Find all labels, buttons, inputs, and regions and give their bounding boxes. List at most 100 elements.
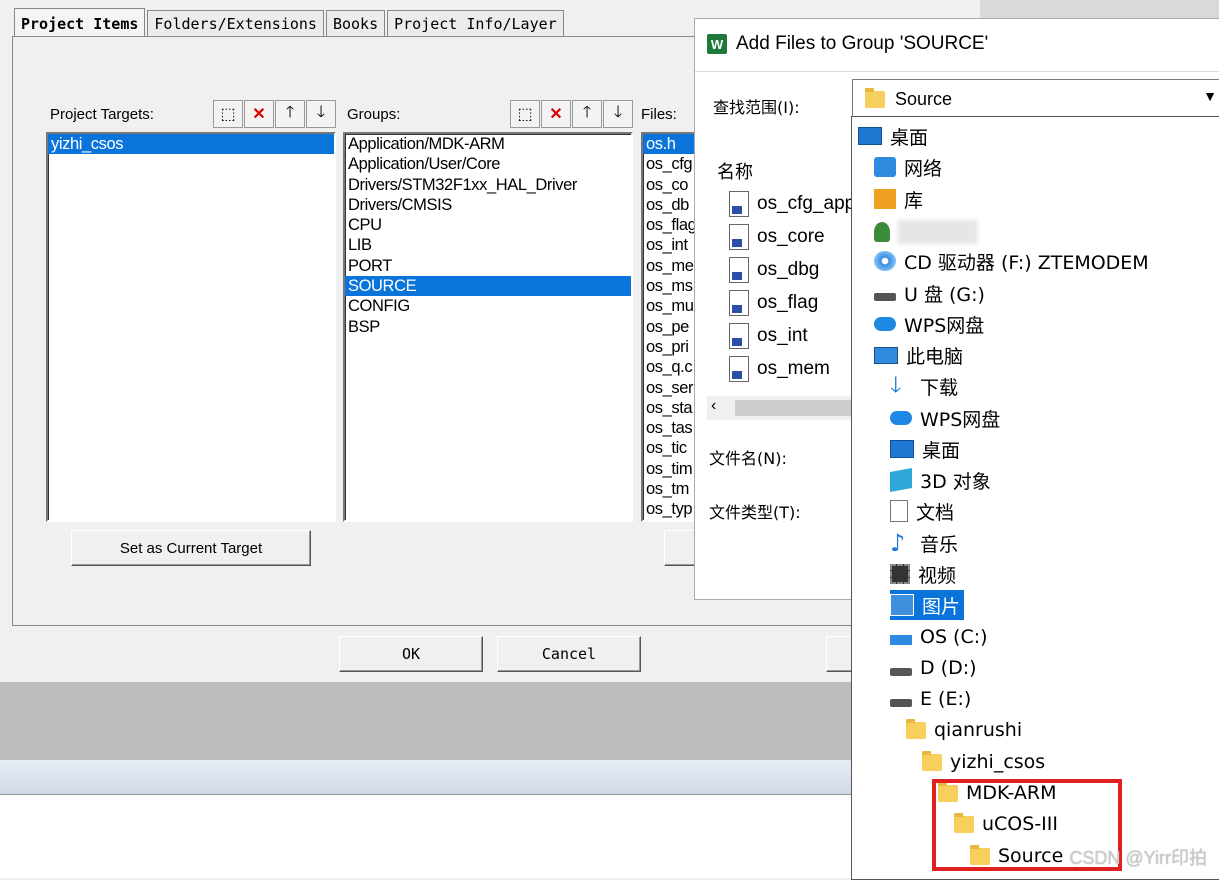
dropdown-item-videos[interactable]: 视频: [890, 559, 956, 589]
file-list-panel[interactable]: 名称 os_cfg_app os_core os_dbg os_flag os_…: [705, 144, 855, 422]
dropdown-item-this-pc[interactable]: 此电脑: [874, 340, 963, 370]
arrow-down-icon: 🡓: [316, 103, 326, 121]
arrow-down-icon: 🡓: [613, 103, 623, 121]
list-item[interactable]: CONFIG: [345, 296, 631, 316]
name-column-header[interactable]: 名称: [717, 158, 753, 184]
groups-list[interactable]: Application/MDK-ARM Application/User/Cor…: [343, 132, 633, 522]
dropdown-item-network[interactable]: 网络: [874, 152, 942, 182]
list-item[interactable]: Application/MDK-ARM: [345, 134, 631, 154]
targets-list[interactable]: yizhi_csos: [46, 132, 336, 522]
dropdown-item-music[interactable]: ♪ 音乐: [890, 528, 958, 558]
dropdown-item-desktop[interactable]: 桌面: [858, 121, 928, 151]
chevron-down-icon[interactable]: ▼: [1203, 88, 1217, 104]
list-item[interactable]: Drivers/STM32F1xx_HAL_Driver: [345, 175, 631, 195]
file-icon: [729, 224, 749, 250]
dropdown-item-e-drive[interactable]: E (E:): [890, 684, 971, 714]
dropdown-item-folder-yizhi-csos[interactable]: yizhi_csos: [922, 747, 1045, 777]
move-down-target-button[interactable]: 🡓: [306, 100, 336, 128]
delete-target-button[interactable]: ✕: [244, 100, 274, 128]
list-item[interactable]: Drivers/CMSIS: [345, 195, 631, 215]
horizontal-scrollbar[interactable]: ‹: [707, 396, 851, 420]
move-down-group-button[interactable]: 🡓: [603, 100, 633, 128]
look-in-label: 查找范围(I):: [713, 98, 800, 117]
list-item[interactable]: BSP: [345, 317, 631, 337]
list-item[interactable]: CPU: [345, 215, 631, 235]
tab-books[interactable]: Books: [325, 10, 386, 37]
dropdown-item-wps-cloud-2[interactable]: WPS网盘: [890, 403, 1000, 433]
arrow-up-icon: 🡑: [285, 103, 295, 121]
dropdown-item-folder-qianrushi[interactable]: qianrushi: [906, 715, 1022, 745]
new-target-button[interactable]: ⬚: [213, 100, 243, 128]
list-item[interactable]: Application/User/Core: [345, 154, 631, 174]
set-current-target-button[interactable]: Set as Current Target: [71, 530, 311, 566]
list-item[interactable]: yizhi_csos: [48, 134, 334, 155]
dropdown-item-pictures[interactable]: 图片: [890, 590, 965, 620]
drive-icon: [890, 668, 912, 676]
usb-drive-icon: [874, 293, 896, 301]
look-in-value: Source: [895, 88, 953, 109]
move-up-target-button[interactable]: 🡑: [275, 100, 305, 128]
scrollbar-thumb[interactable]: [735, 400, 851, 416]
file-icon: [729, 323, 749, 349]
file-item[interactable]: os_mem: [729, 353, 830, 385]
dropdown-item-user[interactable]: [874, 217, 978, 247]
dropdown-item-label: 3D 对象: [920, 470, 991, 493]
groups-section: Groups: ⬚ ✕ 🡑 🡓: [343, 100, 633, 128]
scroll-left-icon[interactable]: ‹: [711, 397, 716, 415]
file-item[interactable]: os_int: [729, 320, 808, 352]
file-item[interactable]: os_dbg: [729, 254, 819, 286]
file-name: os_cfg_app: [757, 193, 856, 214]
dropdown-item-label: 桌面: [890, 126, 929, 149]
targets-section: Project Targets: ⬚ ✕ 🡑 🡓: [46, 100, 336, 128]
tab-project-items[interactable]: Project Items: [14, 8, 146, 39]
dropdown-item-d-drive[interactable]: D (D:): [890, 653, 977, 683]
dialog-title: Add Files to Group 'SOURCE': [736, 33, 989, 54]
dropdown-item-usb-drive[interactable]: U 盘 (G:): [874, 278, 985, 308]
dropdown-item-label: yizhi_csos: [950, 751, 1046, 773]
tab-bar: Project Items Folders/Extensions Books P…: [14, 8, 566, 39]
cancel-button[interactable]: Cancel: [497, 636, 641, 672]
look-in-combo[interactable]: Source ▼: [852, 79, 1219, 119]
dropdown-item-os-drive[interactable]: OS (C:): [890, 622, 988, 652]
new-group-button[interactable]: ⬚: [510, 100, 540, 128]
look-in-dropdown-list[interactable]: 桌面 网络 库 CD 驱动器 (F:) ZTEMODEM U 盘 (G:) WP…: [851, 116, 1219, 880]
file-item[interactable]: os_cfg_app: [729, 188, 855, 220]
dropdown-item-cd-drive[interactable]: CD 驱动器 (F:) ZTEMODEM: [874, 246, 1149, 276]
new-icon: ⬚: [220, 106, 236, 123]
folder-icon: [922, 750, 942, 771]
watermark: CSDN @Yirr印拍: [1069, 848, 1207, 868]
tab-folders-extensions[interactable]: Folders/Extensions: [147, 10, 324, 37]
ok-button[interactable]: OK: [339, 636, 483, 672]
dropdown-item-label: 视频: [918, 564, 957, 587]
folder-icon: [906, 718, 926, 739]
dropdown-item-label: 此电脑: [906, 345, 964, 368]
list-item[interactable]: PORT: [345, 256, 631, 276]
blurred-username: [898, 220, 978, 244]
dropdown-item-label: 下载: [920, 376, 959, 399]
list-item[interactable]: SOURCE: [345, 276, 631, 297]
delete-group-button[interactable]: ✕: [541, 100, 571, 128]
file-item[interactable]: os_core: [729, 221, 825, 253]
dropdown-item-3d-objects[interactable]: 3D 对象: [890, 465, 991, 495]
dropdown-item-label: 库: [904, 189, 924, 212]
list-item[interactable]: LIB: [345, 235, 631, 255]
dropdown-item-library[interactable]: 库: [874, 184, 923, 214]
user-icon: [874, 222, 890, 242]
dropdown-item-wps-cloud[interactable]: WPS网盘: [874, 309, 984, 339]
file-item[interactable]: os_flag: [729, 287, 818, 319]
file-name: os_mem: [757, 358, 830, 379]
delete-icon: ✕: [549, 106, 563, 123]
dropdown-item-label: 音乐: [920, 533, 959, 556]
filetype-label: 文件类型(T):: [709, 503, 801, 522]
dropdown-item-downloads[interactable]: 🡓 下载: [890, 371, 958, 401]
app-icon: W: [707, 34, 727, 54]
music-icon: ♪: [890, 529, 906, 557]
dropdown-item-desktop-2[interactable]: 桌面: [890, 434, 960, 464]
documents-icon: [890, 500, 908, 522]
file-name: os_flag: [757, 292, 819, 313]
dropdown-item-documents[interactable]: 文档: [890, 496, 954, 526]
file-icon: [729, 290, 749, 316]
delete-icon: ✕: [252, 106, 266, 123]
move-up-group-button[interactable]: 🡑: [572, 100, 602, 128]
tab-project-info-layer[interactable]: Project Info/Layer: [387, 10, 564, 37]
